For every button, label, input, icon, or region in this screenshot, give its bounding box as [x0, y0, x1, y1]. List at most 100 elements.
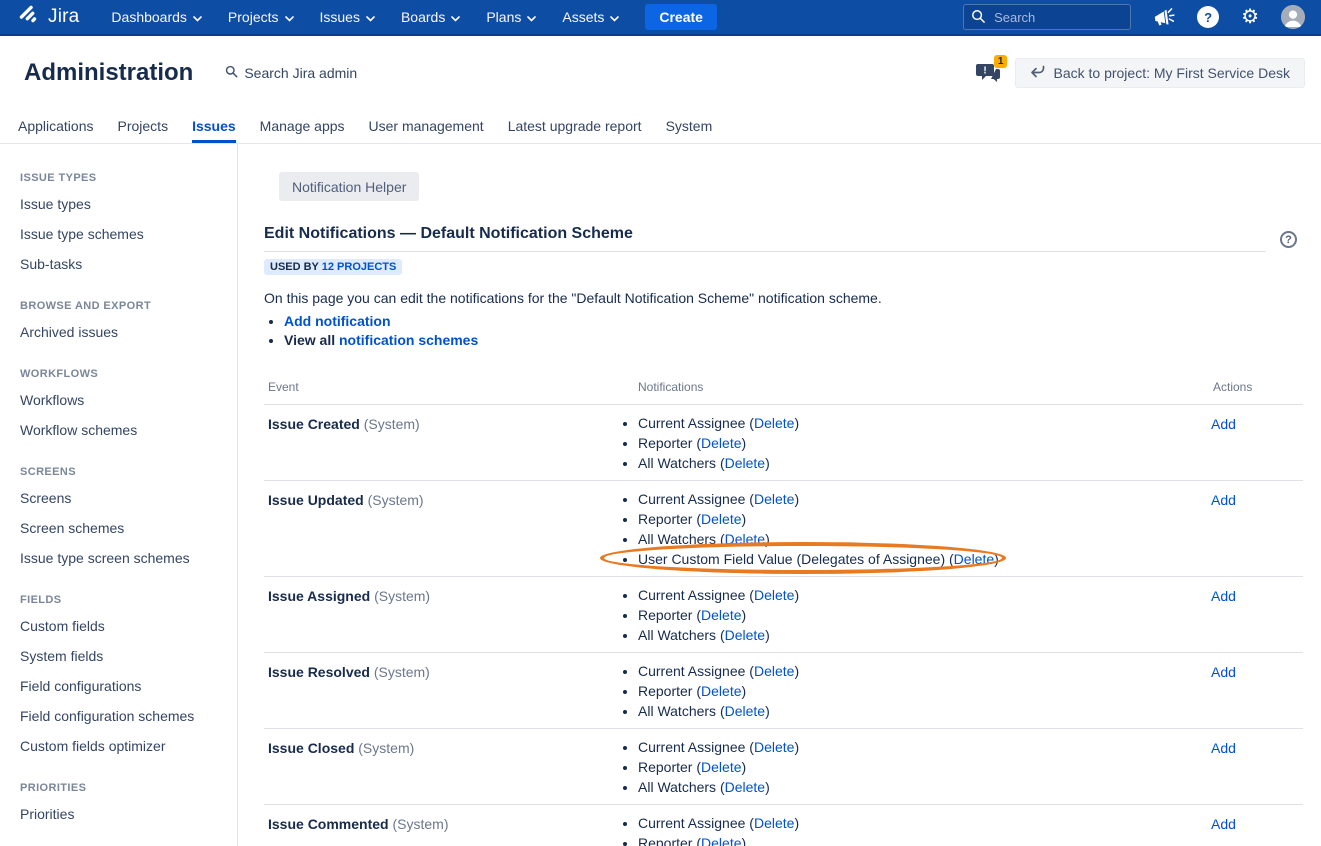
question-help-icon[interactable]: ? — [1280, 231, 1297, 248]
page-description: On this page you can edit the notificati… — [264, 290, 1303, 306]
notification-item: Current Assignee (Delete) — [638, 661, 1211, 681]
sidebar-section-screens: SCREENS Screens Screen schemes Issue typ… — [20, 466, 227, 565]
nav-boards[interactable]: Boards — [401, 9, 460, 25]
tab-system[interactable]: System — [666, 110, 713, 143]
delete-link[interactable]: Delete — [754, 587, 794, 603]
delete-link[interactable]: Delete — [754, 739, 794, 755]
search-input[interactable] — [963, 4, 1131, 30]
add-link[interactable]: Add — [1211, 664, 1236, 680]
tab-user-management[interactable]: User management — [369, 110, 484, 143]
nav-projects[interactable]: Projects — [228, 9, 294, 25]
notifications-table: Event Notifications Actions Issue Create… — [264, 374, 1303, 846]
delete-link[interactable]: Delete — [754, 815, 794, 831]
sidebar-section-fields: FIELDS Custom fields System fields Field… — [20, 594, 227, 753]
delete-link[interactable]: Delete — [701, 607, 741, 623]
column-header-event: Event — [264, 380, 622, 394]
sidebar-heading-screens: SCREENS — [20, 466, 227, 478]
column-header-notifications: Notifications — [622, 380, 1211, 394]
add-link[interactable]: Add — [1211, 492, 1236, 508]
notification-helper-button[interactable]: Notification Helper — [279, 172, 419, 201]
event-name: Issue Updated — [268, 492, 364, 508]
sidebar-item-field-configurations[interactable]: Field configurations — [20, 679, 227, 693]
notification-item-highlighted: User Custom Field Value (Delegates of As… — [638, 549, 1211, 569]
notification-item: All Watchers (Delete) — [638, 529, 1211, 549]
event-system-suffix: (System) — [374, 588, 430, 604]
sidebar-item-screen-schemes[interactable]: Screen schemes — [20, 521, 227, 535]
sidebar-item-archived-issues[interactable]: Archived issues — [20, 325, 227, 339]
sidebar-section-issue-types: ISSUE TYPES Issue types Issue type schem… — [20, 172, 227, 271]
sidebar-item-workflows[interactable]: Workflows — [20, 393, 227, 407]
table-row: Issue Assigned (System) Current Assignee… — [264, 577, 1303, 653]
event-system-suffix: (System) — [392, 816, 448, 832]
notification-schemes-link[interactable]: notification schemes — [339, 332, 478, 348]
sidebar-heading-priorities: PRIORITIES — [20, 782, 227, 794]
delete-link[interactable]: Delete — [725, 455, 765, 471]
delete-link[interactable]: Delete — [701, 835, 741, 846]
event-name: Issue Assigned — [268, 588, 370, 604]
sidebar-item-custom-fields-optimizer[interactable]: Custom fields optimizer — [20, 739, 227, 753]
delete-link[interactable]: Delete — [725, 779, 765, 795]
add-link[interactable]: Add — [1211, 740, 1236, 756]
sidebar-item-issue-types[interactable]: Issue types — [20, 197, 227, 211]
top-navbar: Jira Dashboards Projects Issues Boards P… — [0, 0, 1321, 36]
sidebar-item-issue-type-schemes[interactable]: Issue type schemes — [20, 227, 227, 241]
back-to-project-button[interactable]: Back to project: My First Service Desk — [1015, 58, 1305, 88]
add-notification-link[interactable]: Add notification — [284, 313, 391, 329]
tab-applications[interactable]: Applications — [18, 110, 94, 143]
jira-logo[interactable]: Jira — [18, 4, 79, 31]
tab-latest-upgrade-report[interactable]: Latest upgrade report — [508, 110, 642, 143]
delete-link[interactable]: Delete — [754, 415, 794, 431]
sidebar-item-sub-tasks[interactable]: Sub-tasks — [20, 257, 227, 271]
sidebar-item-screens[interactable]: Screens — [20, 491, 227, 505]
nav-issues[interactable]: Issues — [320, 9, 375, 25]
sidebar-heading-fields: FIELDS — [20, 594, 227, 606]
nav-assets[interactable]: Assets — [562, 9, 619, 25]
tab-projects[interactable]: Projects — [118, 110, 169, 143]
navbar-search — [963, 4, 1131, 30]
nav-plans[interactable]: Plans — [486, 9, 536, 25]
sidebar-item-system-fields[interactable]: System fields — [20, 649, 227, 663]
admin-search[interactable]: Search Jira admin — [225, 65, 357, 81]
notification-item: All Watchers (Delete) — [638, 777, 1211, 797]
gear-icon[interactable]: ⚙ — [1241, 7, 1259, 27]
delete-link[interactable]: Delete — [754, 663, 794, 679]
admin-header-right: ! 1 Back to project: My First Service De… — [975, 58, 1305, 88]
sidebar-item-custom-fields[interactable]: Custom fields — [20, 619, 227, 633]
delete-link[interactable]: Delete — [725, 627, 765, 643]
view-all-prefix: View all — [284, 332, 335, 348]
avatar[interactable] — [1281, 5, 1305, 29]
back-arrow-icon — [1030, 65, 1045, 81]
notification-item: Current Assignee (Delete) — [638, 585, 1211, 605]
tab-issues[interactable]: Issues — [192, 110, 236, 143]
used-by-count: 12 PROJECTS — [322, 261, 397, 273]
add-link[interactable]: Add — [1211, 588, 1236, 604]
delete-link[interactable]: Delete — [725, 531, 765, 547]
delete-link[interactable]: Delete — [754, 491, 794, 507]
event-name: Issue Closed — [268, 740, 354, 756]
notifications-bubble-icon[interactable]: ! 1 — [975, 59, 1005, 87]
sidebar-item-field-configuration-schemes[interactable]: Field configuration schemes — [20, 709, 227, 723]
sidebar-item-workflow-schemes[interactable]: Workflow schemes — [20, 423, 227, 437]
add-link[interactable]: Add — [1211, 416, 1236, 432]
delete-link[interactable]: Delete — [701, 683, 741, 699]
tab-manage-apps[interactable]: Manage apps — [260, 110, 345, 143]
page-title: Administration — [24, 59, 193, 87]
delete-link[interactable]: Delete — [701, 759, 741, 775]
event-system-suffix: (System) — [368, 492, 424, 508]
notification-item: Reporter (Delete) — [638, 605, 1211, 625]
nav-menu: Dashboards Projects Issues Boards Plans … — [111, 9, 619, 25]
delete-link[interactable]: Delete — [725, 703, 765, 719]
delete-link[interactable]: Delete — [954, 551, 994, 567]
add-link[interactable]: Add — [1211, 816, 1236, 832]
delete-link[interactable]: Delete — [701, 511, 741, 527]
search-icon — [971, 9, 986, 27]
sidebar-item-issue-type-screen-schemes[interactable]: Issue type screen schemes — [20, 551, 227, 565]
create-button[interactable]: Create — [645, 4, 717, 30]
delete-link[interactable]: Delete — [701, 435, 741, 451]
nav-dashboards[interactable]: Dashboards — [111, 9, 202, 25]
help-icon[interactable]: ? — [1197, 6, 1219, 28]
megaphone-icon[interactable] — [1153, 7, 1175, 27]
sidebar-heading-browse-and-export: BROWSE AND EXPORT — [20, 300, 227, 312]
sidebar-item-priorities[interactable]: Priorities — [20, 807, 227, 821]
event-name: Issue Commented — [268, 816, 389, 832]
